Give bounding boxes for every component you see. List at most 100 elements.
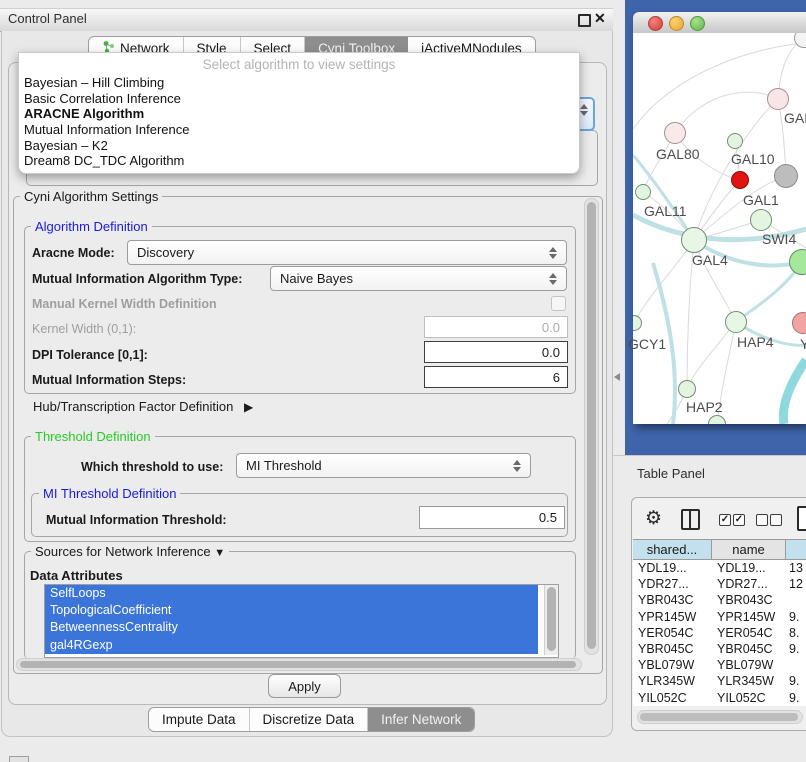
network-view[interactable]: [633, 33, 806, 424]
node-label: GAL4: [692, 252, 728, 268]
network-node[interactable]: [678, 380, 696, 398]
mi-type-value: Naive Bayes: [280, 271, 353, 286]
close-traffic-light[interactable]: [648, 16, 663, 31]
network-node[interactable]: [725, 311, 747, 333]
table-row[interactable]: YBR043CYBR043C: [633, 592, 806, 608]
table-row[interactable]: YDL19...YDL19...13: [633, 560, 806, 576]
hide-columns-icon[interactable]: [756, 514, 768, 526]
table-row[interactable]: YPR145WYPR145W9.: [633, 609, 806, 625]
settings-hscrollbar-thumb[interactable]: [20, 661, 576, 668]
column-header-name[interactable]: name: [712, 539, 786, 560]
column-header-partial[interactable]: [786, 539, 806, 560]
show-columns-check-icon[interactable]: ✓: [733, 514, 745, 526]
which-threshold-label: Which threshold to use:: [81, 460, 223, 474]
node-label: Y: [800, 336, 806, 352]
list-scrollbar-track[interactable]: [544, 585, 558, 655]
aracne-mode-value: Discovery: [137, 245, 194, 260]
which-threshold-value: MI Threshold: [246, 458, 322, 473]
network-node[interactable]: [681, 227, 707, 253]
network-node[interactable]: [750, 209, 772, 231]
data-attributes-label: Data Attributes: [30, 568, 123, 583]
which-threshold-select[interactable]: MI Threshold: [236, 453, 531, 478]
network-window-titlebar[interactable]: [633, 12, 806, 34]
new-table-icon[interactable]: [797, 506, 806, 531]
table-hscrollbar-thumb[interactable]: [640, 713, 798, 721]
sources-toggle[interactable]: Sources for Network Inference ▼: [31, 544, 229, 559]
control-panel-title: Control Panel: [8, 11, 87, 26]
algorithm-option-selected[interactable]: ARACNE Algorithm: [19, 106, 579, 122]
column-browser-icon[interactable]: [681, 509, 700, 530]
network-node[interactable]: [635, 184, 651, 200]
table-panel-divider: [613, 455, 806, 456]
tab-infer-network-label: Infer Network: [381, 712, 461, 727]
apply-button[interactable]: Apply: [268, 674, 341, 698]
settings-hscrollbar-track[interactable]: [16, 658, 582, 671]
network-node-highlighted[interactable]: [731, 171, 749, 189]
aracne-mode-label: Aracne Mode:: [32, 246, 115, 260]
mi-steps-field[interactable]: 6: [424, 366, 568, 388]
combo-arrows-icon: [549, 247, 557, 259]
attribute-item[interactable]: gal4RGexp: [45, 637, 538, 654]
table-row[interactable]: YBR045CYBR045C9.: [633, 641, 806, 657]
algorithm-option[interactable]: Bayesian – K2: [19, 138, 579, 154]
hub-definition-toggle[interactable]: Hub/Transcription Factor Definition ▶: [33, 399, 253, 414]
attribute-item[interactable]: BetweennessCentrality: [45, 619, 538, 636]
attribute-item[interactable]: TopologicalCoefficient: [45, 602, 538, 619]
attribute-item[interactable]: SelfLoops: [45, 585, 538, 602]
float-window-icon[interactable]: [578, 14, 591, 27]
node-label: GAL10: [731, 151, 775, 167]
tab-discretize-data-label: Discretize Data: [263, 712, 355, 727]
network-node-gray[interactable]: [774, 164, 798, 188]
network-node[interactable]: [727, 133, 743, 149]
node-label: HAP4: [737, 334, 774, 350]
bottom-tabstrip: Impute Data Discretize Data Infer Networ…: [148, 707, 475, 732]
table-row[interactable]: YBL079WYBL079W: [633, 657, 806, 673]
tab-infer-network[interactable]: Infer Network: [368, 708, 474, 731]
zoom-traffic-light[interactable]: [690, 16, 705, 31]
minimize-traffic-light[interactable]: [669, 16, 684, 31]
algorithm-option[interactable]: Bayesian – Hill Climbing: [19, 75, 579, 91]
algorithm-option[interactable]: Mutual Information Inference: [19, 122, 579, 138]
table-hscrollbar-track[interactable]: [637, 710, 803, 724]
gear-icon[interactable]: ⚙: [645, 507, 662, 530]
cyni-settings-title: Cyni Algorithm Settings: [20, 189, 162, 204]
mi-type-label: Mutual Information Algorithm Type:: [32, 272, 242, 286]
settings-vscrollbar-track[interactable]: [584, 198, 599, 655]
table-row[interactable]: YIL052CYIL052C9.: [633, 690, 806, 706]
minimized-panel-fragment[interactable]: [9, 756, 29, 762]
manual-kernel-checkbox[interactable]: [551, 296, 566, 311]
combo-arrows-icon: [513, 460, 521, 472]
tab-impute-data[interactable]: Impute Data: [149, 708, 250, 731]
close-icon[interactable]: ✕: [594, 10, 606, 27]
manual-kernel-label: Manual Kernel Width Definition: [32, 297, 217, 311]
algorithm-dropdown-placeholder: Select algorithm to view settings: [19, 53, 579, 75]
dpi-tolerance-field[interactable]: 0.0: [424, 341, 568, 363]
column-header-shared-name[interactable]: shared...: [633, 539, 712, 560]
node-label: GCY1: [628, 336, 666, 352]
splitter-collapse-icon[interactable]: [614, 373, 620, 381]
aracne-mode-select[interactable]: Discovery: [127, 240, 567, 265]
dpi-tolerance-label: DPI Tolerance [0,1]:: [32, 348, 148, 362]
settings-vscrollbar-thumb[interactable]: [587, 202, 596, 649]
table-row[interactable]: YDR27...YDR27...12: [633, 576, 806, 592]
node-label: GAL80: [656, 146, 700, 162]
collapsed-arrow-icon: ▶: [244, 400, 253, 414]
network-node[interactable]: [664, 122, 686, 144]
table-row[interactable]: YER054CYER054C8.: [633, 625, 806, 641]
list-scrollbar-thumb[interactable]: [547, 587, 556, 651]
hide-columns-icon[interactable]: [770, 514, 782, 526]
tab-discretize-data[interactable]: Discretize Data: [250, 708, 369, 731]
table-row[interactable]: YLR345WYLR345W9.: [633, 673, 806, 689]
table-panel-card: ⚙ ✓ ✓ shared... name YDL19...YDL19...13 …: [631, 497, 806, 731]
algorithm-option[interactable]: Dream8 DC_TDC Algorithm: [19, 153, 579, 169]
show-columns-check-icon[interactable]: ✓: [719, 514, 731, 526]
hub-definition-label: Hub/Transcription Factor Definition: [33, 399, 233, 414]
mi-threshold-field[interactable]: 0.5: [419, 506, 565, 529]
mi-threshold-label: Mutual Information Threshold:: [46, 513, 227, 527]
mi-threshold-title: MI Threshold Definition: [39, 486, 180, 501]
mi-type-select[interactable]: Naive Bayes: [270, 266, 567, 291]
algorithm-option[interactable]: Basic Correlation Inference: [19, 91, 579, 107]
threshold-title: Threshold Definition: [31, 429, 155, 444]
kernel-width-field[interactable]: 0.0: [424, 316, 568, 338]
network-node[interactable]: [767, 88, 789, 110]
